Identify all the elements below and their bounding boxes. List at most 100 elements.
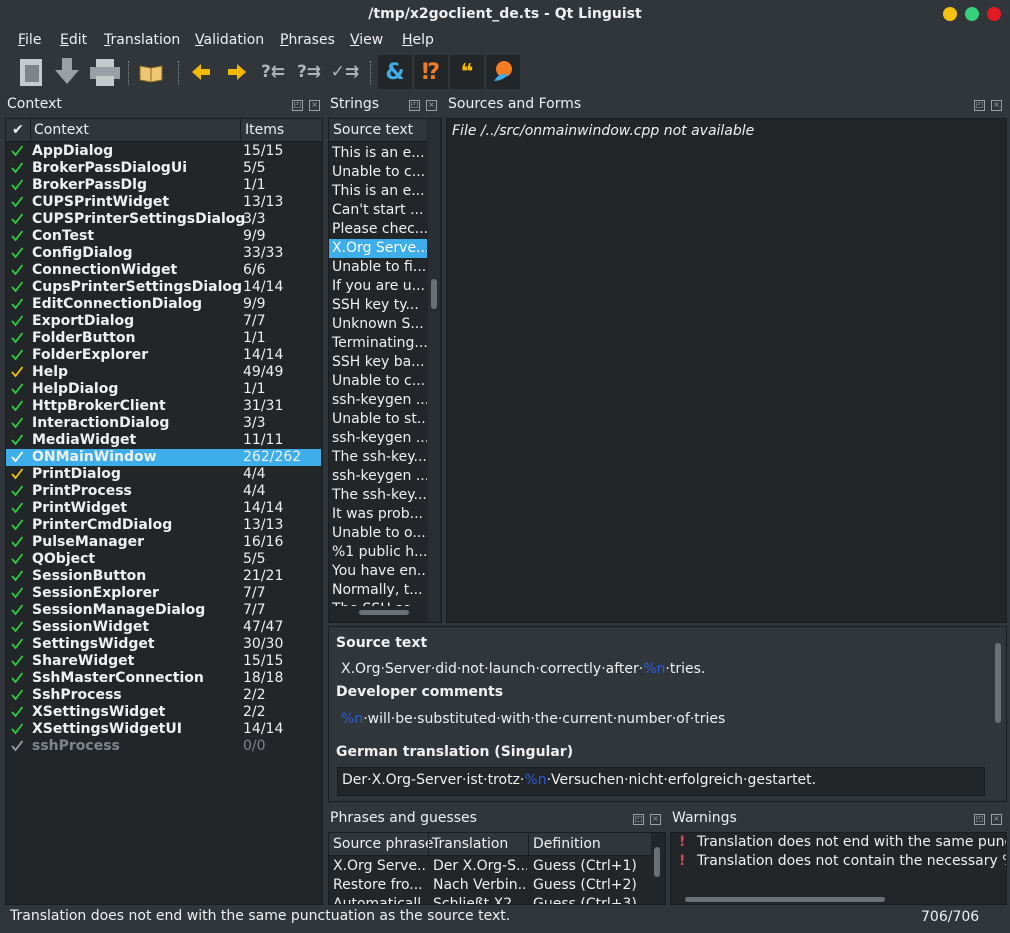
context-row[interactable]: PulseManager 16/16	[6, 534, 321, 551]
source-phrase-column-header[interactable]: Source phrase	[333, 833, 434, 855]
string-row[interactable]: %1 public h...	[329, 543, 427, 562]
close-icon[interactable]: ×	[991, 100, 1002, 111]
context-row[interactable]: ConnectionWidget 6/6	[6, 262, 321, 279]
context-row[interactable]: SessionExplorer 7/7	[6, 585, 321, 602]
menu-translation[interactable]: Translation	[104, 32, 180, 48]
context-row[interactable]: InteractionDialog 3/3	[6, 415, 321, 432]
context-row[interactable]: HelpDialog 1/1	[6, 381, 321, 398]
context-row[interactable]: sshProcess 0/0	[6, 738, 321, 755]
context-row[interactable]: SessionManageDialog 7/7	[6, 602, 321, 619]
context-row[interactable]: BrokerPassDlg 1/1	[6, 177, 321, 194]
placemarker-icon[interactable]	[486, 55, 520, 89]
context-row[interactable]: SshMasterConnection 18/18	[6, 670, 321, 687]
definition-column-header[interactable]: Definition	[533, 833, 601, 855]
string-row[interactable]: Terminating...	[329, 334, 427, 353]
context-row[interactable]: FolderExplorer 14/14	[6, 347, 321, 364]
warnings-hscroll-thumb[interactable]	[685, 897, 885, 902]
context-row[interactable]: PrintProcess 4/4	[6, 483, 321, 500]
context-row[interactable]: QObject 5/5	[6, 551, 321, 568]
close-icon[interactable]: ×	[309, 100, 320, 111]
string-row[interactable]: The SSH se...	[329, 600, 427, 606]
maximize-button[interactable]	[965, 7, 979, 21]
phrasebook-icon[interactable]	[134, 55, 168, 89]
phrase-definition[interactable]: Guess (Ctrl+2)	[533, 876, 651, 895]
menu-edit[interactable]: Edit	[60, 32, 87, 48]
context-row[interactable]: CupsPrinterSettingsDialog 14/14	[6, 279, 321, 296]
float-icon[interactable]: ◰	[633, 814, 644, 825]
context-row[interactable]: EditConnectionDialog 9/9	[6, 296, 321, 313]
context-row[interactable]: SessionButton 21/21	[6, 568, 321, 585]
string-row[interactable]: Unable to fi...	[329, 258, 427, 277]
punctuation-icon[interactable]: ⁉	[414, 55, 448, 89]
context-row[interactable]: HttpBrokerClient 31/31	[6, 398, 321, 415]
prev-unfinished-icon[interactable]: ?⇇	[256, 55, 290, 89]
open-icon[interactable]	[14, 55, 48, 89]
context-row[interactable]: AppDialog 15/15	[6, 143, 321, 160]
float-icon[interactable]: ◰	[409, 100, 420, 111]
next-icon[interactable]	[220, 55, 254, 89]
translation-input[interactable]: Der·X.Org-Server·ist·trotz·%n·Versuchen·…	[337, 767, 985, 796]
float-icon[interactable]: ◰	[974, 100, 985, 111]
context-row[interactable]: ExportDialog 7/7	[6, 313, 321, 330]
close-icon[interactable]: ×	[650, 814, 661, 825]
string-row[interactable]: Normally, t...	[329, 581, 427, 600]
phrase-translation[interactable]: Schließt X2...	[433, 895, 527, 904]
editor-scrollbar[interactable]	[992, 627, 1004, 799]
context-row[interactable]: ONMainWindow 262/262	[6, 449, 321, 466]
string-row[interactable]: Unable to st...	[329, 410, 427, 429]
prev-icon[interactable]	[184, 55, 218, 89]
translation-column-header[interactable]: Translation	[432, 833, 508, 855]
context-row[interactable]: MediaWidget 11/11	[6, 432, 321, 449]
strings-list[interactable]: Source text This is an e... Unable to c..…	[328, 118, 442, 623]
context-row[interactable]: CUPSPrinterSettingsDialog 3/3	[6, 211, 321, 228]
string-row[interactable]: SSH key ba...	[329, 353, 427, 372]
context-row[interactable]: ConTest 9/9	[6, 228, 321, 245]
close-icon[interactable]: ×	[991, 814, 1002, 825]
context-row[interactable]: BrokerPassDialogUi 5/5	[6, 160, 321, 177]
string-row[interactable]: ssh-keygen ...	[329, 467, 427, 486]
string-row[interactable]: ssh-keygen ...	[329, 429, 427, 448]
string-row[interactable]: You have en...	[329, 562, 427, 581]
string-row[interactable]: SSH key ty...	[329, 296, 427, 315]
float-icon[interactable]: ◰	[974, 814, 985, 825]
context-row[interactable]: PrintWidget 14/14	[6, 500, 321, 517]
phrases-list[interactable]: Source phrase Translation Definition X.O…	[328, 832, 666, 905]
print-icon[interactable]	[88, 55, 122, 89]
string-row[interactable]: The ssh-key...	[329, 448, 427, 467]
done-next-icon[interactable]: ✓⇉	[328, 55, 362, 89]
context-row[interactable]: SshProcess 2/2	[6, 687, 321, 704]
context-column-header[interactable]: Context	[34, 119, 89, 141]
next-unfinished-icon[interactable]: ?⇉	[292, 55, 326, 89]
menu-view[interactable]: View	[350, 32, 383, 48]
phrase-translation[interactable]: Nach Verbin...	[433, 876, 527, 895]
strings-hscroll-thumb[interactable]	[359, 610, 409, 615]
string-row[interactable]: Unknown S...	[329, 315, 427, 334]
accelerator-icon[interactable]: &	[378, 55, 412, 89]
context-row[interactable]: CUPSPrintWidget 13/13	[6, 194, 321, 211]
context-list[interactable]: ✔ Context Items AppDialog 15/15 BrokerPass…	[5, 118, 323, 905]
context-row[interactable]: SettingsWidget 30/30	[6, 636, 321, 653]
context-row[interactable]: ConfigDialog 33/33	[6, 245, 321, 262]
phrase-definition[interactable]: Guess (Ctrl+1)	[533, 857, 651, 876]
phrase-source[interactable]: Restore fro...	[333, 876, 427, 895]
close-icon[interactable]: ×	[426, 100, 437, 111]
string-row[interactable]: Can't start ...	[329, 201, 427, 220]
string-row[interactable]: This is an e...	[329, 182, 427, 201]
context-row[interactable]: XSettingsWidget 2/2	[6, 704, 321, 721]
string-row[interactable]: Unable to c...	[329, 372, 427, 391]
context-row[interactable]: SessionWidget 47/47	[6, 619, 321, 636]
string-row[interactable]: X.Org Serve...	[329, 239, 427, 258]
menu-validation[interactable]: Validation	[195, 32, 264, 48]
phrases-scrollbar[interactable]	[651, 833, 664, 904]
menu-file[interactable]: File	[18, 32, 41, 48]
context-row[interactable]: PrinterCmdDialog 13/13	[6, 517, 321, 534]
phrase-source[interactable]: X.Org Serve...	[333, 857, 427, 876]
float-icon[interactable]: ◰	[292, 100, 303, 111]
string-row[interactable]: This is an e...	[329, 144, 427, 163]
scroll-thumb[interactable]	[995, 643, 1001, 723]
string-row[interactable]: Unable to o...	[329, 524, 427, 543]
string-row[interactable]: It was prob...	[329, 505, 427, 524]
menu-phrases[interactable]: Phrases	[280, 32, 335, 48]
string-row[interactable]: Unable to c...	[329, 163, 427, 182]
string-row[interactable]: Please chec...	[329, 220, 427, 239]
